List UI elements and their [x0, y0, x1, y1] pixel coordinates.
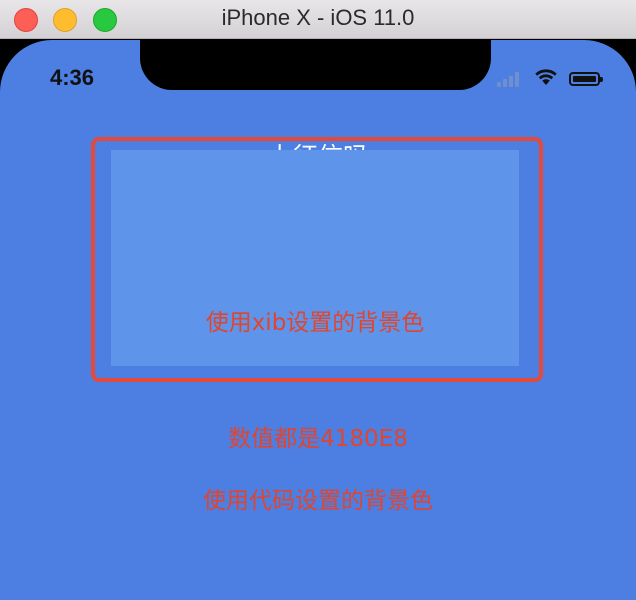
- window-title: iPhone X - iOS 11.0: [221, 5, 415, 30]
- wifi-icon: [535, 69, 557, 85]
- battery-icon: [569, 72, 603, 86]
- status-time: 4:36: [50, 65, 95, 90]
- value-info-label: 数值都是4180E8: [228, 426, 408, 452]
- device-notch: [140, 40, 491, 90]
- xib-background-view: 使用xib设置的背景色: [111, 150, 519, 366]
- signal-icon: [497, 71, 525, 87]
- xib-background-label: 使用xib设置的背景色: [205, 310, 425, 336]
- simulator-title-bar: iPhone X - iOS 11.0: [0, 0, 636, 39]
- code-background-label: 使用代码设置的背景色: [203, 488, 433, 514]
